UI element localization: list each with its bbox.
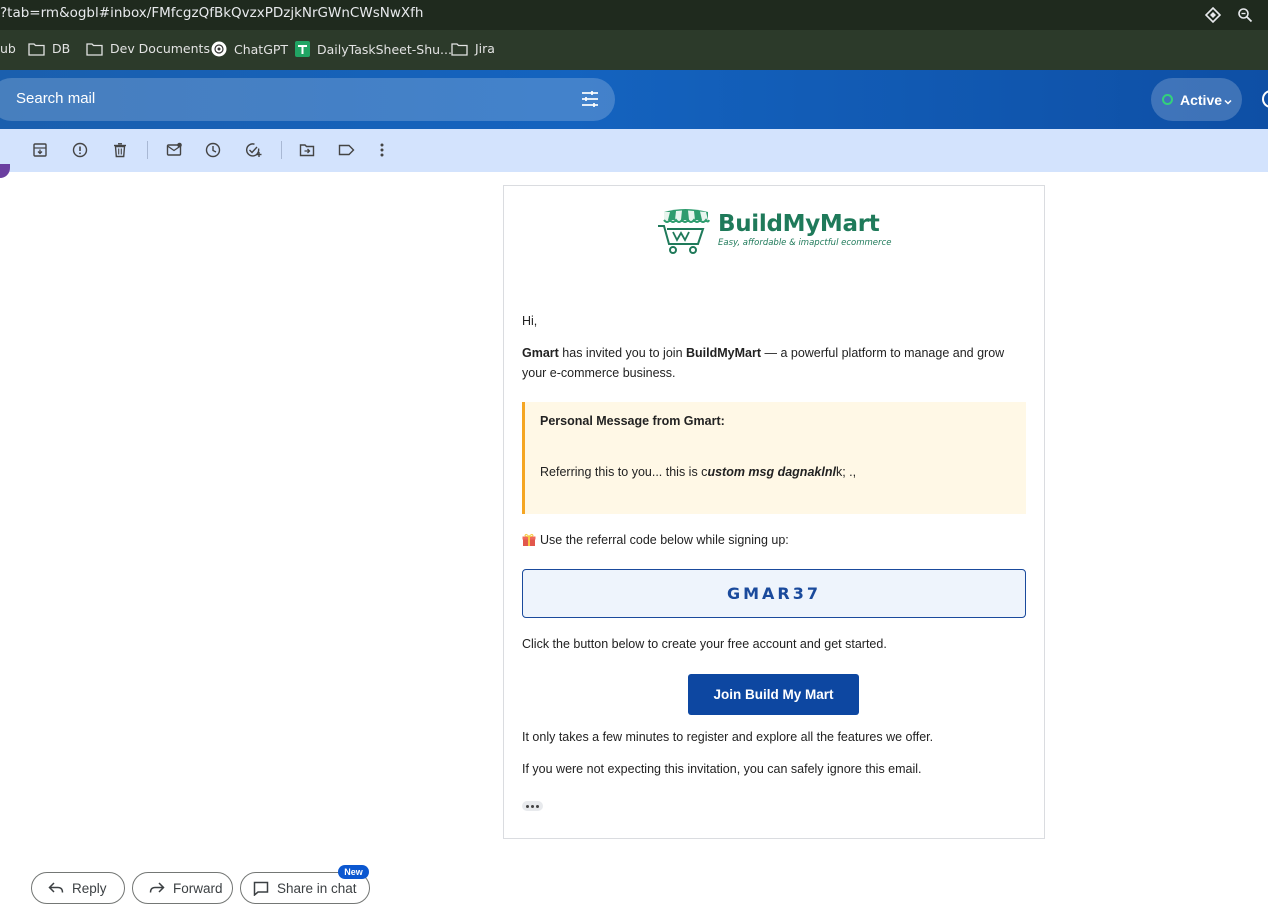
label-icon[interactable] [336,140,356,160]
status-label: Active [1180,92,1223,108]
gmail-header: Search mail Active [0,70,1268,129]
zoom-icon[interactable] [1235,5,1255,25]
message-toolbar [0,129,1268,172]
bookmarks-bar: ub DB Dev Documents ChatGPT DailyTaskShe… [0,30,1268,70]
sender-avatar [0,164,10,178]
brand-name: BuildMyMart [718,211,880,237]
platform-name: BuildMyMart [686,346,761,360]
gift-icon [522,533,536,546]
inviter-name: Gmart [522,346,559,360]
ignore-notice: If you were not expecting this invitatio… [522,762,922,776]
cta-instruction: Click the button below to create your fr… [522,637,887,651]
chatgpt-icon [211,41,227,57]
add-task-icon[interactable] [243,140,263,160]
chat-icon [253,881,269,896]
forward-icon [149,882,165,893]
greeting: Hi, [522,314,538,328]
forward-button[interactable]: Forward [132,872,233,904]
search-options-icon[interactable] [581,90,599,113]
store-cart-icon [658,209,710,254]
new-badge: New [338,865,369,879]
share-label: Share in chat [277,880,357,896]
toolbar-divider [281,141,282,159]
referral-prompt-text: Use the referral code below while signin… [540,533,789,547]
reply-button[interactable]: Reply [31,872,125,904]
status-selector[interactable]: Active [1151,78,1242,121]
referral-prompt: Use the referral code below while signin… [522,530,789,550]
bookmark-item[interactable]: DailyTaskSheet-Shu... [295,41,452,57]
reply-label: Reply [72,880,107,896]
reply-icon [48,882,64,893]
bookmark-item[interactable]: Jira [451,41,495,56]
bookmark-label: Dev Documents [110,41,210,56]
report-spam-icon[interactable] [70,140,90,160]
folder-icon [451,42,468,56]
toolbar-divider [147,141,148,159]
status-dot-icon [1162,94,1173,105]
help-icon[interactable] [1262,90,1268,108]
address-field[interactable]: ?tab=rm&ogbl#inbox/FMfcgzQfBkQvzxPDzjkNr… [0,5,423,21]
move-to-icon[interactable] [297,140,317,160]
forward-label: Forward [173,880,223,896]
email-body-card: BuildMyMart Easy, affordable & imapctful… [503,185,1045,839]
personal-message-title: Personal Message from Gmart: [540,414,725,428]
folder-icon [28,42,45,56]
chevron-down-icon [1223,94,1233,112]
extension-icon[interactable] [1203,5,1223,25]
few-minutes-text: It only takes a few minutes to register … [522,730,934,744]
join-button[interactable]: Join Build My Mart [688,674,859,715]
delete-icon[interactable] [110,140,130,160]
bookmark-label: ChatGPT [234,41,289,57]
personal-message-box: Personal Message from Gmart: Referring t… [522,402,1026,514]
search-bar[interactable]: Search mail [0,78,615,121]
bookmark-item[interactable]: ChatGPT [211,41,288,57]
personal-message-text: Referring this to you... this is custom … [540,465,856,479]
search-input[interactable]: Search mail [16,90,95,107]
bookmark-item[interactable]: ub [0,41,16,56]
snooze-icon[interactable] [203,140,223,160]
folder-icon [86,42,103,56]
browser-url-bar: ?tab=rm&ogbl#inbox/FMfcgzQfBkQvzxPDzjkNr… [0,0,1268,30]
referral-code-box[interactable]: GMAR37 [522,569,1026,618]
bookmark-label: ub [0,41,16,56]
bookmark-label: Jira [475,41,495,56]
invite-paragraph: Gmart has invited you to join BuildMyMar… [522,343,1022,383]
mark-unread-icon[interactable] [164,140,184,160]
bookmark-item[interactable]: DB [28,41,70,56]
bookmark-item[interactable]: Dev Documents [86,41,210,56]
brand-logo: BuildMyMart Easy, affordable & imapctful… [656,206,896,258]
show-trimmed-content-button[interactable] [522,801,543,811]
referral-code: GMAR37 [726,584,822,603]
invite-text: has invited you to join [558,346,686,360]
bookmark-label: DailyTaskSheet-Shu... [317,41,452,57]
personal-message-pre: Referring this to you... this is c [540,465,708,479]
sheets-icon [295,41,310,57]
brand-tagline: Easy, affordable & imapctful ecommerce [718,238,892,248]
archive-icon[interactable] [30,140,50,160]
more-icon[interactable] [372,140,392,160]
personal-message-emphasis: ustom msg dagnaklnl [707,465,836,479]
bookmark-label: DB [52,41,71,56]
personal-message-post: k; ., [835,465,857,479]
